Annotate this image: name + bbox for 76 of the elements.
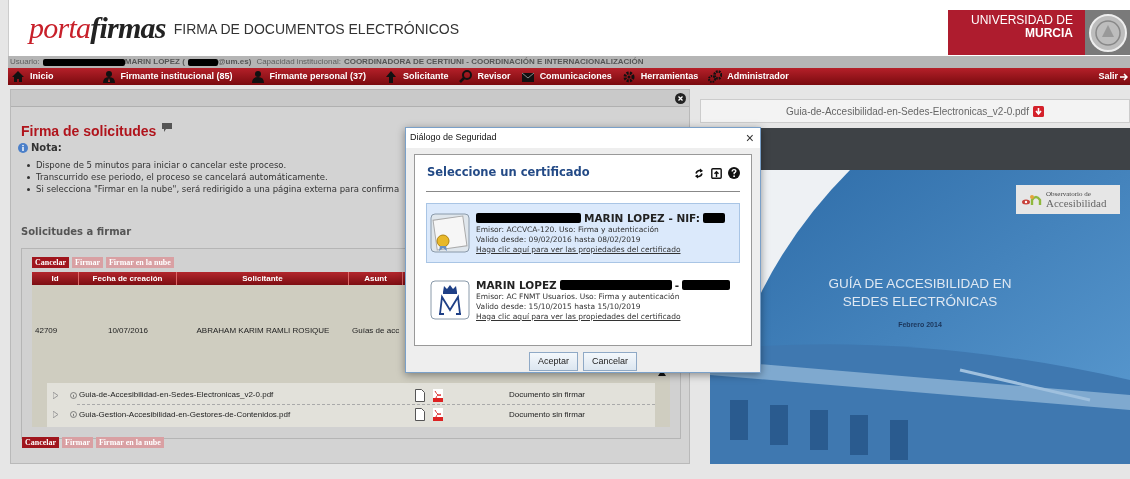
nav-link[interactable]: Comunicaciones <box>520 69 612 84</box>
pdf-icon[interactable] <box>433 408 443 421</box>
document-link[interactable]: Guia-de-Accesibilidad-en-Sedes-Electronicas_v2-0.pdf <box>79 389 415 401</box>
action-button[interactable]: Cancelar <box>32 257 70 268</box>
table-cell-text: 10/07/2016 <box>106 325 149 337</box>
certificate-icon <box>430 213 470 253</box>
user-label: Usuario: <box>10 58 40 66</box>
app-title: FIRMA DE DOCUMENTOS ELECTRÓNICOS <box>173 19 459 39</box>
action-button[interactable]: Cancelar <box>22 437 60 448</box>
seal-icon <box>1088 12 1128 53</box>
user-name: @um.es) <box>217 58 252 66</box>
nav-link[interactable]: Firmante institucional (85) <box>101 69 233 84</box>
note-text: Dispone de 5 minutos para iniciar o cancelar este proceso. <box>36 160 287 171</box>
info-icon <box>70 411 77 418</box>
nav-link[interactable]: Solicitante <box>384 69 449 84</box>
dialog-heading: Seleccione un certificado <box>427 164 590 182</box>
gears-icon <box>708 69 723 84</box>
note-label: Nota: <box>31 141 62 155</box>
capacity-label: Capacidad institucional: <box>256 58 341 66</box>
document-icon[interactable] <box>415 388 425 402</box>
search-icon <box>458 69 473 84</box>
certificate-name: MARIN LOPEZ - NIF: <box>584 211 700 225</box>
pdf-icon[interactable] <box>433 388 443 402</box>
document-icon[interactable] <box>415 408 425 421</box>
gear-icon <box>621 69 636 84</box>
bullet-icon <box>27 176 30 179</box>
document-status: Documento sin firmar <box>509 408 586 421</box>
table-cell-text: 42709 <box>34 325 59 337</box>
badge-title: Accesibilidad <box>1046 197 1107 209</box>
document-link[interactable]: Guia-Gestion-Accesibilidad-en-Gestores-de-Contenidos.pdf <box>79 408 415 421</box>
pdf-download-icon[interactable] <box>1032 105 1044 117</box>
nav-link[interactable]: Administrador <box>708 69 789 84</box>
university-logo: UNIVERSIDAD DE MURCIA <box>948 10 1085 55</box>
info-icon <box>70 391 77 399</box>
redaction-bar <box>682 280 731 290</box>
logout-link[interactable]: Salir <box>1098 69 1128 84</box>
capacity-value: COORDINADORA DE CERTIUNI - COORDINACIÓN E INTERNACIONALIZACIÓN <box>343 58 644 66</box>
certificate-name: MARIN LOPEZ <box>476 278 557 292</box>
dialog-button[interactable]: Aceptar <box>528 352 578 371</box>
exit-icon <box>1120 71 1128 82</box>
user-name: MARIN LOPEZ ( <box>124 58 185 66</box>
nav-link[interactable]: Firmante personal (37) <box>250 69 367 84</box>
comment-icon <box>162 123 173 132</box>
nav-link[interactable]: Herramientas <box>621 69 699 84</box>
page-title: Firma de solicitudes <box>21 123 157 139</box>
redaction-bar <box>702 213 725 223</box>
document-status: Documento sin firmar <box>509 389 586 401</box>
nav-link[interactable]: Inicio <box>11 69 54 84</box>
note-text: Si selecciona "Firmar en la nube", será redirigido a una página externa para confirma <box>36 184 400 195</box>
redaction-bar <box>187 58 218 66</box>
logo: portafirmas <box>29 13 166 43</box>
document-title: GUÍA DE ACCESIBILIDAD EN <box>828 275 1012 293</box>
table-cell-text: Guías de acc <box>351 325 401 337</box>
nav-link[interactable]: Revisor <box>458 69 511 84</box>
export-icon[interactable] <box>711 167 722 179</box>
crown-m-icon <box>430 280 470 320</box>
info-icon <box>18 142 28 153</box>
note-text: Transcurrido ese periodo, el proceso se cancelará automáticamente. <box>36 172 328 183</box>
refresh-icon[interactable] <box>694 167 704 179</box>
dialog-title: Diálogo de Seguridad <box>410 131 497 145</box>
document-title: SEDES ELECTRÓNICAS <box>842 293 998 311</box>
bullet-icon <box>27 164 30 167</box>
section-title: Solicitudes a firmar <box>21 225 132 239</box>
person-tie-icon <box>101 69 116 84</box>
close-icon[interactable] <box>675 92 686 104</box>
file-name: Guia-de-Accesibilidad-en-Sedes-Electronicas_v2-0.pdf <box>786 104 1029 119</box>
certificate-name: - <box>674 278 680 292</box>
dialog-button[interactable]: Cancelar <box>583 352 638 371</box>
home-icon <box>11 69 25 84</box>
up-arrow-icon <box>384 69 399 84</box>
table-cell-text: ABRAHAM KARIM RAMLI ROSIQUE <box>195 325 331 337</box>
person-icon <box>250 69 265 84</box>
bullet-icon <box>27 188 30 191</box>
eye-headphones-icon <box>1021 192 1043 207</box>
close-button[interactable]: × <box>743 131 756 145</box>
help-icon[interactable] <box>728 167 740 179</box>
